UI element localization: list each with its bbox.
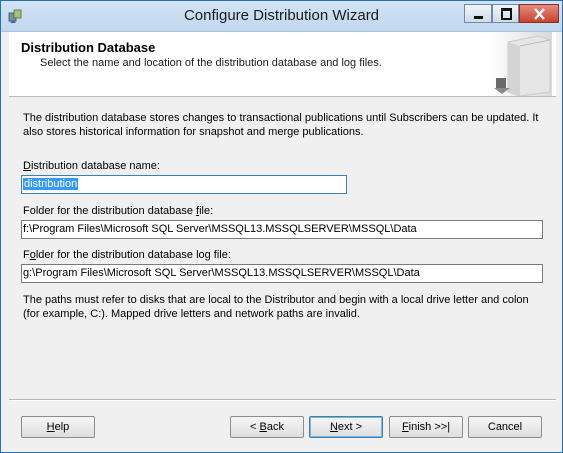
next-button[interactable]: Next > [309,416,383,438]
cancel-button[interactable]: Cancel [468,416,542,438]
title-bar[interactable]: Configure Distribution Wizard [1,1,562,32]
wizard-window: Configure Distribution Wizard Distributi… [0,0,563,453]
close-button[interactable] [519,4,559,23]
log-folder-label: Folder for the distribution database log… [23,249,231,261]
maximize-button[interactable] [492,4,519,23]
data-folder-input[interactable]: f:\Program Files\Microsoft SQL Server\MS… [21,220,543,239]
data-folder-value: f:\Program Files\Microsoft SQL Server\MS… [23,223,417,235]
minimize-button[interactable] [464,4,492,23]
server-graphic [490,32,552,96]
maximize-icon [501,8,512,20]
data-folder-label: Folder for the distribution database fil… [23,205,214,217]
close-icon [534,8,545,20]
footer-divider [9,399,556,401]
db-name-label: Distribution database name: [23,160,160,172]
help-button[interactable]: Help [21,416,95,438]
finish-button[interactable]: Finish >>| [389,416,463,438]
page-title: Distribution Database [21,40,156,55]
wizard-header: Distribution Database Select the name an… [9,32,556,97]
db-name-input[interactable]: distribution [21,175,347,194]
minimize-icon [474,16,483,19]
log-folder-input[interactable]: g:\Program Files\Microsoft SQL Server\MS… [21,264,543,283]
db-name-value: distribution [23,178,79,190]
log-folder-value: g:\Program Files\Microsoft SQL Server\MS… [23,267,420,279]
page-description: The distribution database stores changes… [23,112,539,138]
page-subtitle: Select the name and location of the dist… [40,57,382,69]
back-button[interactable]: < Back [230,416,304,438]
path-note: The paths must refer to disks that are l… [23,294,529,320]
